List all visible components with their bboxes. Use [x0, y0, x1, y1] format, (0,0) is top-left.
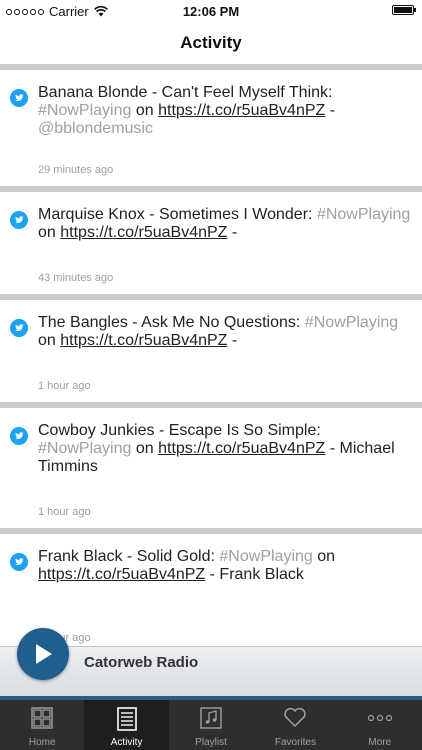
connector-text: on [38, 332, 56, 349]
track-title: Cowboy Junkies - Escape Is So Simple: [38, 422, 321, 439]
track-title: Banana Blonde - Can't Feel Myself Think: [38, 84, 333, 101]
feed-item[interactable]: Cowboy Junkies - Escape Is So Simple: #N… [0, 402, 422, 528]
tweet-link[interactable]: https://t.co/r5uaBv4nPZ [60, 332, 227, 349]
connector-text: on [38, 224, 56, 241]
tweet-link[interactable]: https://t.co/r5uaBv4nPZ [38, 566, 205, 583]
feed-item[interactable]: The Bangles - Ask Me No Questions: #NowP… [0, 294, 422, 402]
heart-icon [284, 707, 307, 728]
tab-more[interactable]: More [338, 700, 422, 750]
track-title: The Bangles - Ask Me No Questions: [38, 314, 301, 331]
tweet-text: Cowboy Junkies - Escape Is So Simple: #N… [38, 422, 412, 476]
timestamp: 29 minutes ago [38, 164, 114, 176]
battery-icon [392, 5, 416, 15]
activity-feed[interactable]: Banana Blonde - Can't Feel Myself Think:… [0, 64, 422, 646]
hashtag-link[interactable]: #NowPlaying [305, 314, 398, 331]
status-time: 12:06 PM [182, 4, 240, 19]
hashtag-link[interactable]: #NowPlaying [38, 440, 131, 457]
tab-bar: Home Activity Playlist Favorites More [0, 700, 422, 750]
hashtag-link[interactable]: #NowPlaying [317, 206, 410, 223]
hashtag-link[interactable]: #NowPlaying [219, 548, 312, 565]
timestamp: 1 hour ago [38, 506, 91, 518]
tweet-link[interactable]: https://t.co/r5uaBv4nPZ [158, 102, 325, 119]
twitter-icon [10, 89, 28, 107]
twitter-icon [10, 319, 28, 337]
tab-label: Favorites [274, 737, 316, 748]
tab-label: Activity [110, 737, 143, 748]
tweet-link[interactable]: https://t.co/r5uaBv4nPZ [158, 440, 325, 457]
play-icon [36, 644, 52, 664]
tab-playlist[interactable]: Playlist [169, 700, 253, 750]
connector-text: on [317, 548, 336, 565]
tab-label: More [368, 737, 392, 748]
connector-text: on [135, 102, 154, 119]
hashtag-link[interactable]: #NowPlaying [38, 102, 131, 119]
tweet-text: The Bangles - Ask Me No Questions: #NowP… [38, 314, 412, 350]
page-title: Activity [180, 33, 242, 52]
play-button[interactable] [17, 628, 69, 680]
tweet-suffix: - [329, 102, 336, 119]
navigation-bar: Activity [0, 22, 422, 64]
user-handle-link[interactable]: @bblondemusic [38, 120, 153, 137]
feed-item[interactable]: Banana Blonde - Can't Feel Myself Think:… [0, 64, 422, 186]
tweet-link[interactable]: https://t.co/r5uaBv4nPZ [60, 224, 227, 241]
tweet-text: Banana Blonde - Can't Feel Myself Think:… [38, 84, 412, 138]
timestamp: 43 minutes ago [38, 272, 114, 284]
tweet-suffix: - Frank Black [209, 566, 304, 583]
connector-text: on [135, 440, 154, 457]
tab-home[interactable]: Home [0, 700, 84, 750]
twitter-icon [10, 553, 28, 571]
tab-label: Playlist [195, 737, 227, 748]
timestamp: 1 hour ago [38, 380, 91, 392]
track-title: Marquise Knox - Sometimes I Wonder: [38, 206, 313, 223]
status-bar: Carrier 12:06 PM [0, 0, 422, 22]
tweet-text: Marquise Knox - Sometimes I Wonder: #Now… [38, 206, 412, 242]
playlist-music-icon [200, 707, 222, 729]
twitter-icon [10, 427, 28, 445]
tweet-suffix: - [231, 224, 238, 241]
home-grid-icon [31, 707, 53, 729]
twitter-icon [10, 211, 28, 229]
station-name[interactable]: Catorweb Radio [84, 654, 198, 671]
tab-label: Home [28, 737, 56, 748]
track-title: Frank Black - Solid Gold: [38, 548, 215, 565]
feed-item[interactable]: Frank Black - Solid Gold: #NowPlaying on… [0, 528, 422, 646]
tweet-suffix: - [231, 332, 238, 349]
feed-item[interactable]: Marquise Knox - Sometimes I Wonder: #Now… [0, 186, 422, 294]
activity-list-icon [116, 707, 137, 731]
tweet-text: Frank Black - Solid Gold: #NowPlaying on… [38, 548, 412, 584]
tab-favorites[interactable]: Favorites [253, 700, 337, 750]
more-dots-icon [367, 714, 392, 722]
tab-activity[interactable]: Activity [84, 700, 169, 750]
